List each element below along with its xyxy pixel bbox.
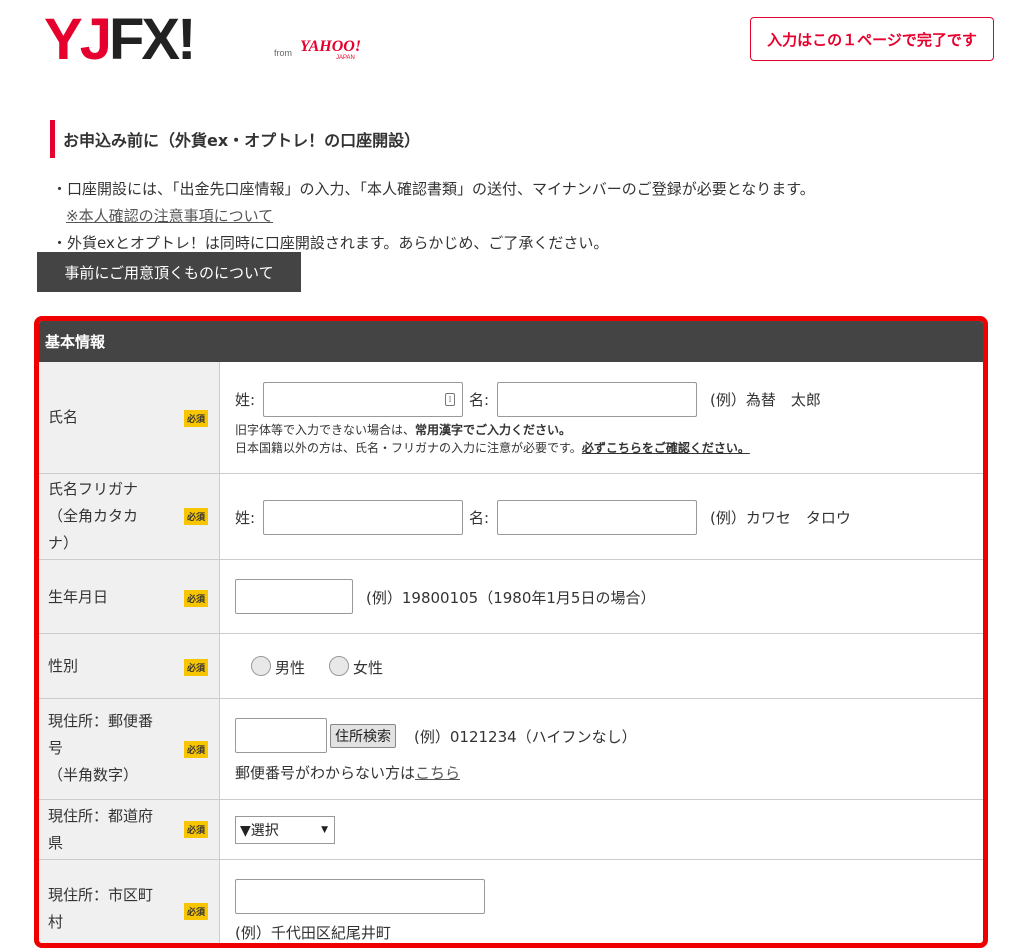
required-badge: 必須 <box>184 903 208 920</box>
label-kana: 氏名フリガナ （全角カタカ ナ） <box>48 480 139 552</box>
male-label[interactable]: 男性 <box>275 657 305 678</box>
basic-info-form: 基本情報 氏名 必須 姓: ⁞ 名: (例）為替 太郎 旧字体等で入力できない場… <box>34 316 988 948</box>
notes: ・口座開設には、「出金先口座情報」の入力、「本人確認書類」の送付、マイナンバーの… <box>52 176 815 257</box>
chevron-down-icon: ▼ <box>321 825 328 835</box>
required-badge: 必須 <box>184 821 208 838</box>
female-radio[interactable] <box>329 656 349 676</box>
logo-j: J <box>79 7 112 72</box>
foreign-name-link[interactable]: 必ずこちらをご確認ください。 <box>582 441 750 455</box>
female-label[interactable]: 女性 <box>353 657 383 678</box>
row-name: 氏名 必須 姓: ⁞ 名: (例）為替 太郎 旧字体等で入力できない場合は、常用… <box>39 362 983 474</box>
form-title: 基本情報 <box>39 321 983 362</box>
row-zip: 現住所：郵便番 号 （半角数字） 必須 住所検索 (例）0121234（ハイフン… <box>39 699 983 800</box>
section-title: お申込み前に（外貨ex・オプトレ！の口座開設） <box>50 120 420 158</box>
one-page-badge: 入力はこの１ページで完了です <box>750 17 994 61</box>
required-badge: 必須 <box>184 741 208 758</box>
name-note-2: 日本国籍以外の方は、氏名・フリガナの入力に注意が必要です。必ずこちらをご確認くだ… <box>235 441 750 455</box>
required-badge: 必須 <box>184 659 208 676</box>
yjfx-logo: YJFX! from YAHOO! JAPAN <box>44 11 361 69</box>
required-badge: 必須 <box>184 508 208 525</box>
first-name-kana-input[interactable] <box>497 500 697 535</box>
logo-japan: JAPAN <box>336 55 355 61</box>
label-birthdate: 生年月日 <box>48 588 109 606</box>
first-name-input[interactable] <box>497 382 697 417</box>
row-gender: 性別 必須 男性 女性 <box>39 634 983 699</box>
zip-help: 郵便番号がわからない方はこちら <box>235 764 461 782</box>
required-badge: 必須 <box>184 590 208 607</box>
name-note-1: 旧字体等で入力できない場合は、常用漢字でご入力ください。 <box>235 423 572 437</box>
city-input[interactable] <box>235 879 485 914</box>
label-zip: 現住所：郵便番 号 （半角数字） <box>48 712 154 784</box>
mei-label: 名: <box>469 391 490 409</box>
logo-from: from <box>274 48 292 58</box>
logo-y: Y <box>44 7 83 72</box>
name-example: (例）為替 太郎 <box>710 391 821 409</box>
birthdate-example: (例）19800105（1980年1月5日の場合） <box>366 589 656 607</box>
label-prefecture: 現住所：都道府 県 <box>48 807 154 852</box>
zip-input[interactable] <box>235 718 327 753</box>
kana-sei-label: 姓: <box>235 509 256 527</box>
zip-lookup-link[interactable]: こちら <box>415 764 460 782</box>
sei-label: 姓: <box>235 391 256 409</box>
row-birthdate: 生年月日 必須 (例）19800105（1980年1月5日の場合） <box>39 560 983 634</box>
kana-mei-label: 名: <box>469 509 490 527</box>
row-city: 現住所：市区町 村 必須 (例）千代田区紀尾井町 <box>39 860 983 943</box>
last-name-input[interactable]: ⁞ <box>263 382 463 417</box>
label-name: 氏名 <box>48 408 79 426</box>
address-search-button[interactable]: 住所検索 <box>330 724 396 748</box>
logo-fx: FX! <box>108 7 196 72</box>
note-requirements: ・口座開設には、「出金先口座情報」の入力、「本人確認書類」の送付、マイナンバーの… <box>52 180 815 198</box>
prefecture-select[interactable]: ▼選択 ▼ <box>235 816 335 844</box>
label-city: 現住所：市区町 村 <box>48 886 154 931</box>
logo-yahoo: YAHOO! <box>300 38 362 55</box>
required-badge: 必須 <box>184 410 208 427</box>
male-radio[interactable] <box>251 656 271 676</box>
label-gender: 性別 <box>48 657 79 675</box>
birthdate-input[interactable] <box>235 579 353 614</box>
kana-example: (例）カワセ タロウ <box>710 509 851 527</box>
last-name-kana-input[interactable] <box>263 500 463 535</box>
row-kana: 氏名フリガナ （全角カタカ ナ） 必須 姓: 名: (例）カワセ タロウ <box>39 474 983 560</box>
preparation-button[interactable]: 事前にご用意頂くものについて <box>37 252 301 292</box>
zip-example: (例）0121234（ハイフンなし） <box>414 728 637 746</box>
identity-notes-link[interactable]: ※本人確認の注意事項について <box>66 207 273 225</box>
city-example: (例）千代田区紀尾井町 <box>235 924 391 942</box>
keyboard-icon: ⁞ <box>445 393 455 406</box>
row-prefecture: 現住所：都道府 県 必須 ▼選択 ▼ <box>39 800 983 860</box>
